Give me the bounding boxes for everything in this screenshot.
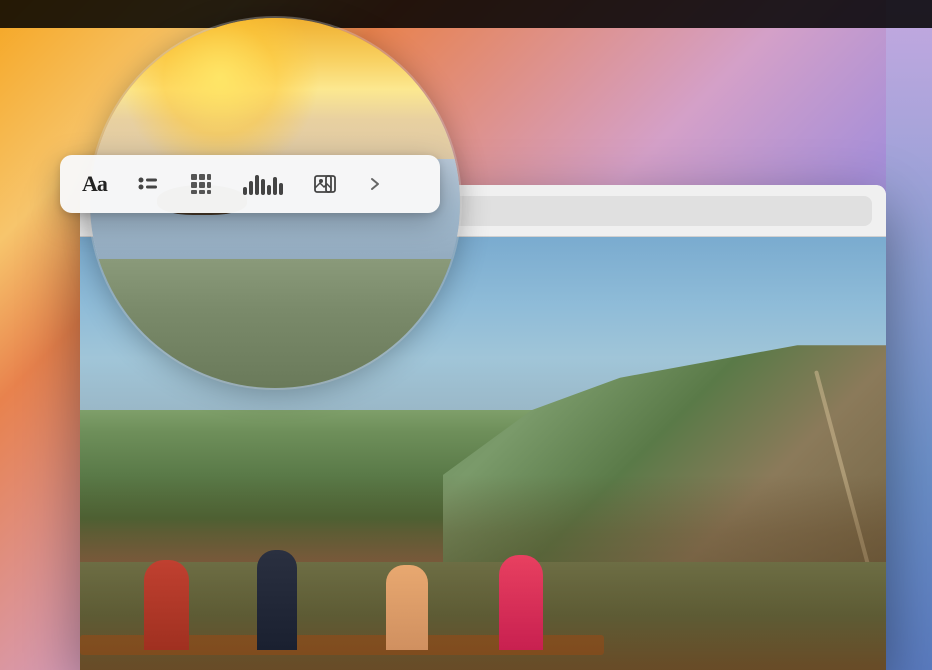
person-3 [386,565,428,650]
audio-waveform-icon [243,173,283,195]
table-button[interactable] [185,168,217,200]
media-icon [313,172,337,196]
person-4 [499,555,543,650]
person-2 [257,550,297,650]
audio-button[interactable] [239,169,287,199]
mag-shore [90,259,460,389]
photo-people [80,475,886,670]
format-toolbar: Aa [60,155,440,213]
person-1 [144,560,189,650]
text-format-button[interactable]: Aa [78,167,111,201]
table-icon [189,172,213,196]
list-button[interactable] [133,169,163,199]
media-button[interactable] [309,168,341,200]
text-format-icon: Aa [82,171,107,197]
chevron-right-icon [367,176,383,192]
mag-sun-glow [120,18,320,178]
right-accent-bar [886,0,932,670]
list-icon [137,173,159,195]
more-options-button[interactable] [363,172,387,196]
